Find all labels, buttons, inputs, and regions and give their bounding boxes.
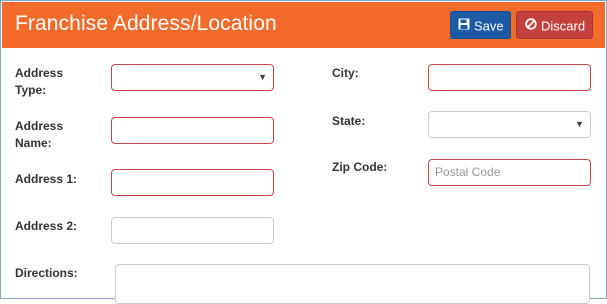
save-button[interactable]: Save [450, 11, 511, 39]
address1-input[interactable] [111, 169, 274, 196]
page-title: Franchise Address/Location [15, 12, 277, 35]
caret-down-icon: ▼ [575, 119, 584, 129]
floppy-disk-icon [458, 12, 470, 40]
address-name-label-line2: Name: [15, 136, 52, 150]
zip-code-placeholder: Postal Code [435, 165, 501, 179]
address-type-select[interactable]: ▼ [111, 64, 274, 91]
city-input[interactable] [428, 64, 591, 91]
state-label: State: [332, 114, 366, 128]
city-label: City: [332, 66, 359, 80]
form-header: Franchise Address/Location Save Discard [2, 2, 605, 48]
discard-button-label: Discard [541, 18, 586, 34]
address-name-input[interactable] [111, 117, 274, 144]
address2-input[interactable] [111, 217, 274, 244]
directions-textarea[interactable] [115, 264, 590, 304]
caret-down-icon: ▼ [258, 72, 267, 82]
ban-icon [525, 12, 537, 40]
address-type-label: Address Type: [15, 65, 63, 99]
zip-code-label: Zip Code: [332, 160, 388, 174]
zip-code-input[interactable]: Postal Code [428, 159, 591, 186]
state-select[interactable]: ▼ [428, 111, 591, 138]
address-type-label-line2: Type: [15, 83, 47, 97]
directions-label: Directions: [15, 266, 78, 280]
address2-label: Address 2: [15, 219, 78, 233]
address1-label: Address 1: [15, 172, 78, 186]
discard-button[interactable]: Discard [516, 11, 593, 39]
address-type-label-line1: Address [15, 66, 64, 80]
save-button-label: Save [474, 18, 504, 34]
address-name-label: Address Name: [15, 118, 63, 152]
form-window: Franchise Address/Location Save Discard … [0, 0, 607, 304]
address-name-label-line1: Address [15, 119, 64, 133]
